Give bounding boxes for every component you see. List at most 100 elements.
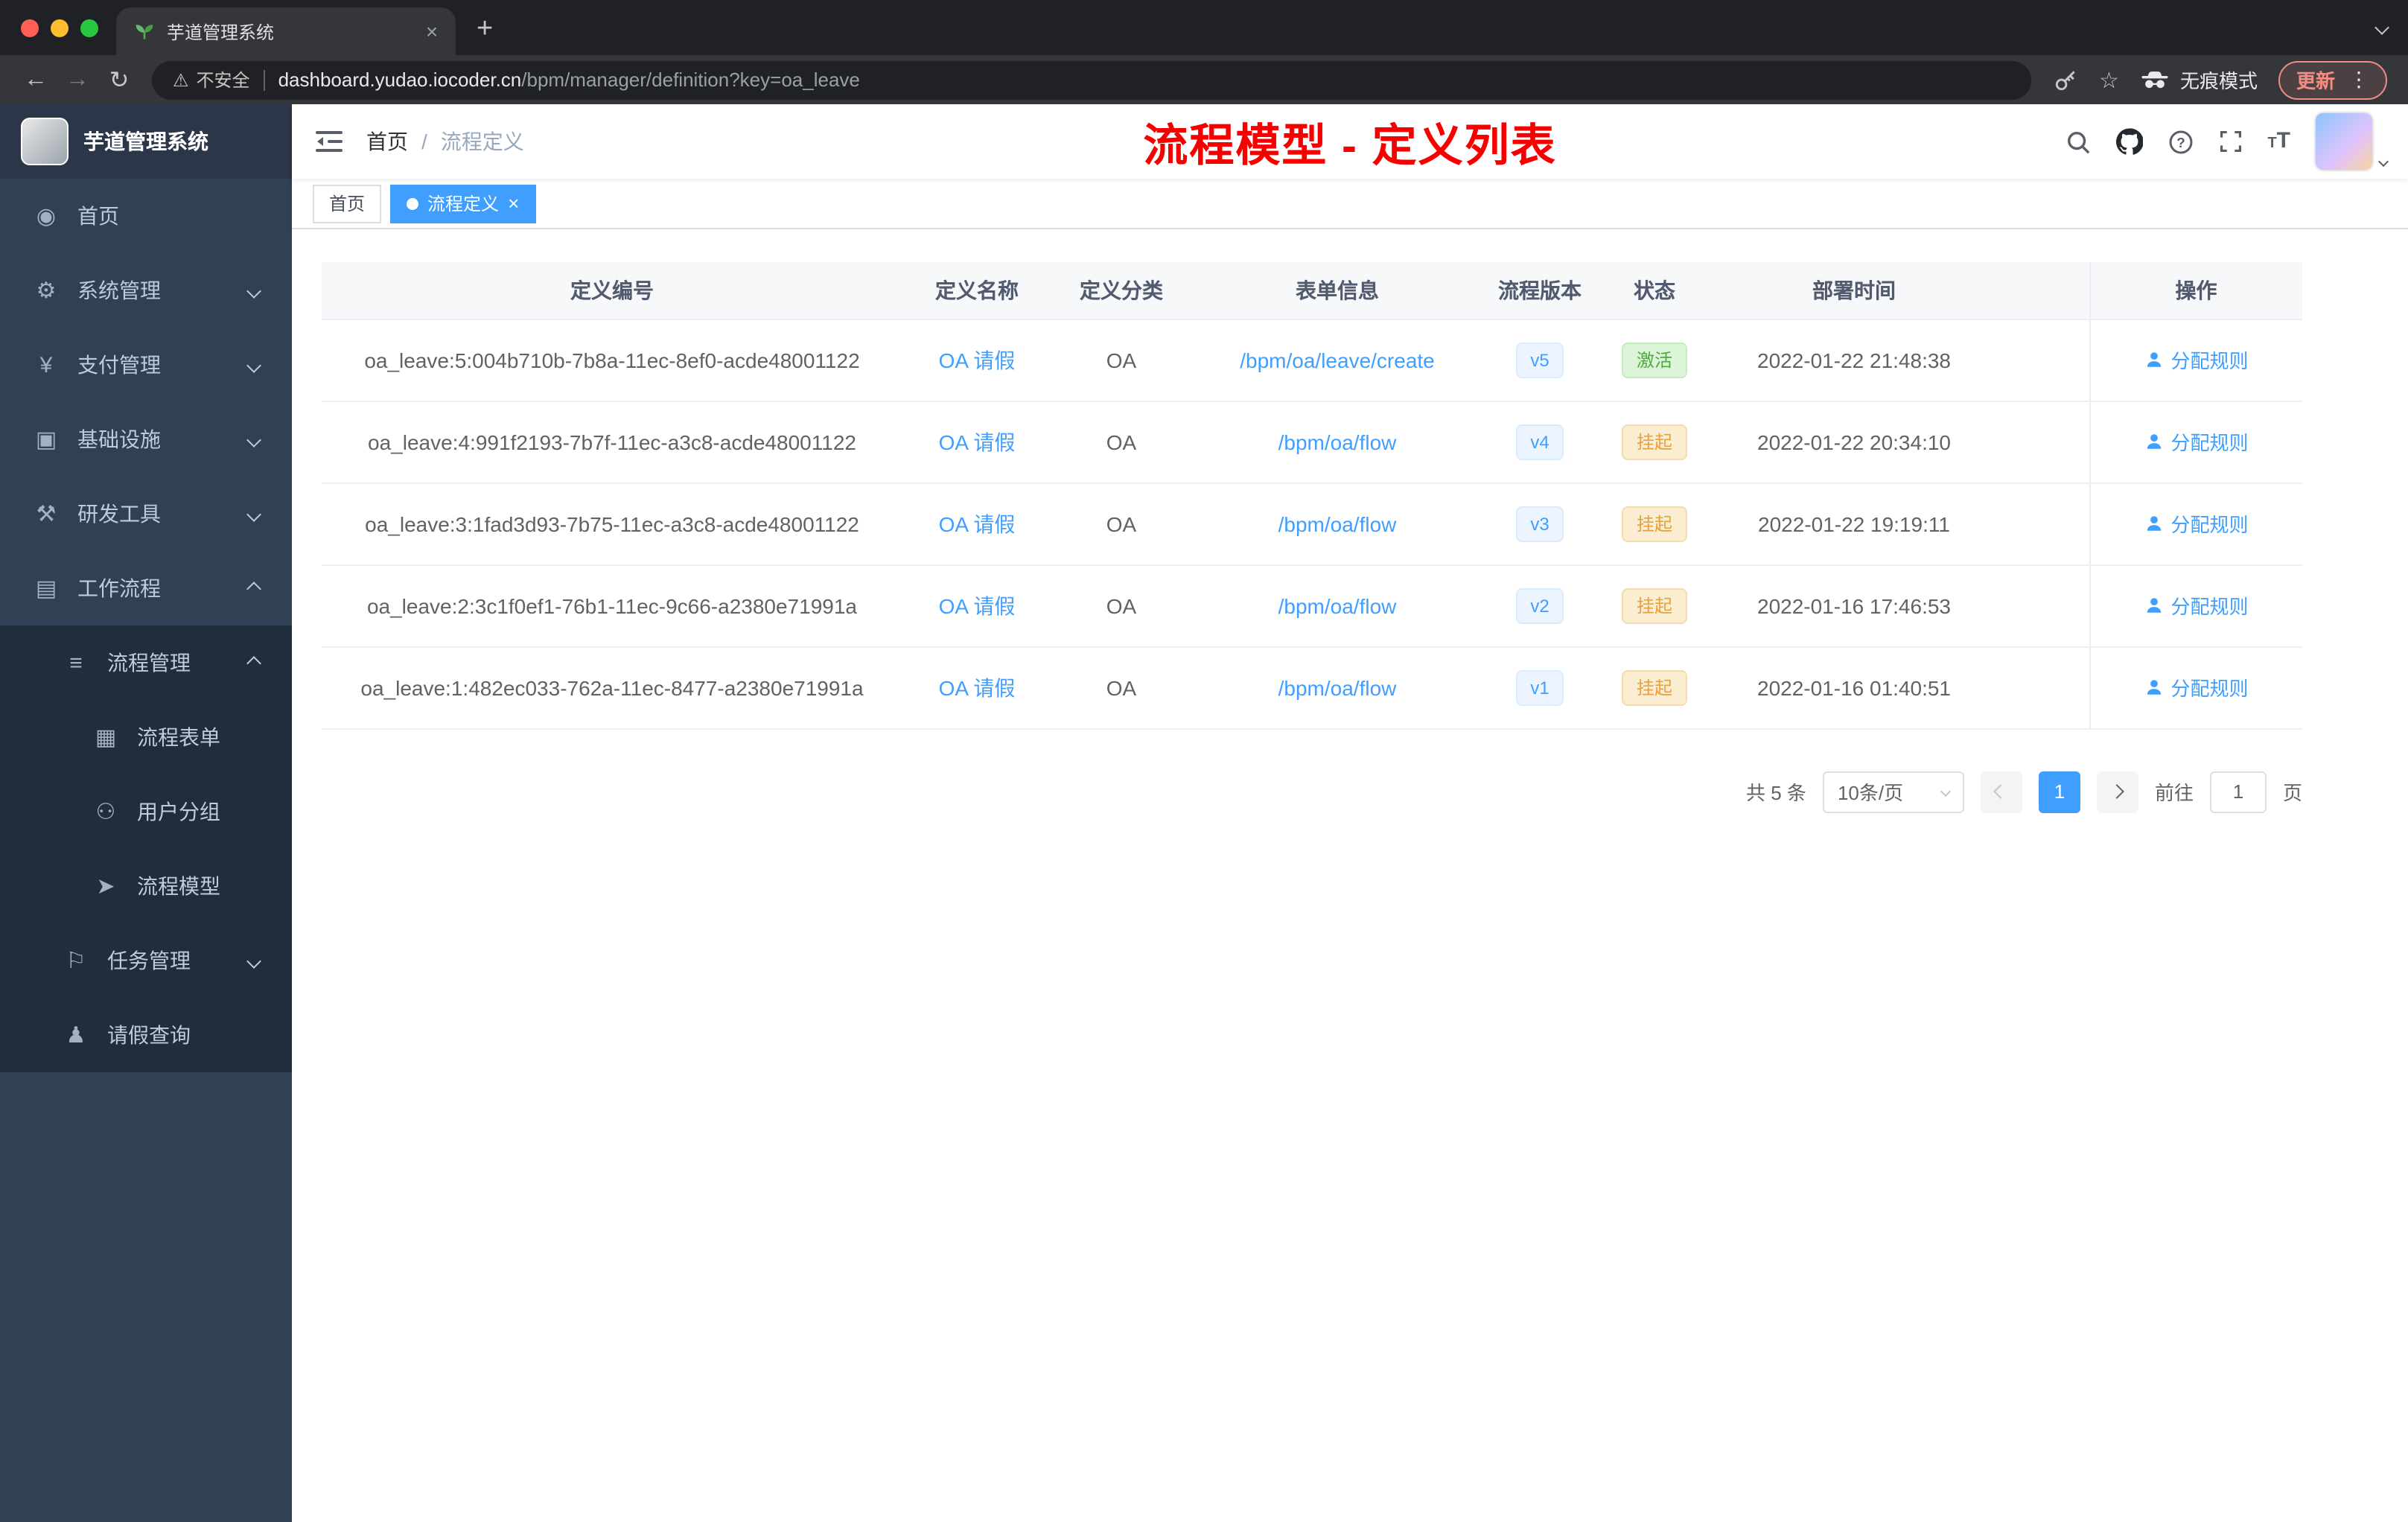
assign-rule-link[interactable]: 分配规则	[2144, 591, 2249, 620]
form-link[interactable]: /bpm/oa/flow	[1278, 675, 1397, 699]
security-indicator[interactable]: ⚠ 不安全	[173, 67, 250, 92]
form-link[interactable]: /bpm/oa/leave/create	[1240, 348, 1435, 372]
key-icon[interactable]	[2051, 66, 2078, 93]
sidebar-item-label: 流程管理	[107, 651, 191, 675]
forward-button[interactable]: →	[57, 66, 98, 93]
window-maximize-button[interactable]	[80, 19, 98, 36]
definition-id: oa_leave:5:004b710b-7b8a-11ec-8ef0-acde4…	[322, 319, 902, 401]
tag-process-definition[interactable]: 流程定义 ×	[390, 184, 536, 223]
page-size-select[interactable]: 10条/页	[1822, 771, 1964, 812]
window-close-button[interactable]	[21, 19, 39, 36]
col-version: 流程版本	[1483, 262, 1596, 319]
definition-name-link[interactable]: OA 请假	[939, 430, 1016, 453]
definition-id: oa_leave:2:3c1f0ef1-76b1-11ec-9c66-a2380…	[322, 564, 902, 647]
page-number-button[interactable]: 1	[2038, 771, 2080, 812]
page-goto-input[interactable]	[2209, 771, 2267, 812]
tag-home[interactable]: 首页	[313, 184, 382, 223]
sidebar-item-home[interactable]: ◉ 首页	[0, 179, 292, 253]
sidebar-item-system[interactable]: ⚙ 系统管理	[0, 253, 292, 328]
status-badge: 挂起	[1621, 424, 1687, 459]
chevron-down-icon	[246, 953, 261, 968]
search-icon[interactable]	[2065, 129, 2090, 154]
back-button[interactable]: ←	[15, 66, 57, 93]
version-badge: v2	[1515, 588, 1564, 623]
definition-category: OA	[1051, 646, 1191, 729]
pagination: 共 5 条 10条/页 1 前往 页	[322, 771, 2302, 812]
github-icon[interactable]	[2115, 128, 2143, 155]
navbar-actions: ? TT	[2065, 113, 2408, 170]
user-menu[interactable]	[2316, 113, 2389, 170]
sidebar-item-payment[interactable]: ¥ 支付管理	[0, 328, 292, 402]
breadcrumb-home[interactable]: 首页	[366, 127, 408, 156]
assign-rule-link[interactable]: 分配规则	[2144, 673, 2249, 701]
breadcrumb: 首页 / 流程定义	[366, 127, 524, 156]
list-icon: ≡	[69, 650, 83, 675]
tags-view: 首页 流程定义 ×	[292, 179, 2408, 229]
person-icon	[2147, 598, 2161, 613]
new-tab-button[interactable]: +	[477, 13, 493, 46]
person-icon	[2147, 352, 2161, 367]
definition-name-link[interactable]: OA 请假	[939, 512, 1016, 535]
definition-category: OA	[1051, 564, 1191, 647]
assign-rule-link[interactable]: 分配规则	[2144, 509, 2249, 538]
help-icon[interactable]: ?	[2167, 129, 2193, 154]
filler-cell	[1995, 483, 2089, 565]
url-field[interactable]: ⚠ 不安全 dashboard.yudao.iocoder.cn/bpm/man…	[152, 60, 2031, 99]
sidebar-item-label: 任务管理	[107, 949, 191, 972]
sidebar-item-process-form[interactable]: ▦ 流程表单	[0, 700, 292, 774]
server-icon: ▣	[35, 427, 57, 453]
table-row: oa_leave:5:004b710b-7b8a-11ec-8ef0-acde4…	[322, 319, 2302, 401]
assign-rule-link[interactable]: 分配规则	[2144, 427, 2249, 456]
yen-icon: ¥	[39, 352, 53, 378]
sidebar-item-workflow[interactable]: ▤ 工作流程	[0, 551, 292, 625]
sidebar-toggle-button[interactable]	[292, 128, 366, 155]
fullscreen-icon[interactable]	[2218, 130, 2242, 153]
tag-close-icon[interactable]: ×	[508, 192, 519, 214]
definition-name-link[interactable]: OA 请假	[939, 593, 1016, 617]
avatar[interactable]	[2316, 113, 2372, 170]
table-row: oa_leave:4:991f2193-7b7f-11ec-a3c8-acde4…	[322, 401, 2302, 483]
bookmark-star-icon[interactable]: ☆	[2099, 66, 2119, 93]
update-button[interactable]: 更新 ⋮	[2278, 60, 2387, 99]
form-link[interactable]: /bpm/oa/flow	[1278, 593, 1397, 617]
incognito-spy-icon	[2141, 71, 2168, 89]
filler-cell	[1995, 646, 2089, 729]
sidebar-item-label: 请假查询	[107, 1023, 191, 1047]
reload-button[interactable]: ↻	[98, 65, 140, 95]
chevron-right-icon	[2110, 784, 2125, 799]
definition-category: OA	[1051, 319, 1191, 401]
sidebar-item-infrastructure[interactable]: ▣ 基础设施	[0, 402, 292, 477]
sidebar-item-label: 支付管理	[77, 353, 161, 377]
browser-menu-icon[interactable]: ⋮	[2348, 67, 2369, 92]
form-link[interactable]: /bpm/oa/flow	[1278, 512, 1397, 535]
browser-tab[interactable]: 芋道管理系统 ×	[116, 7, 456, 55]
font-size-icon[interactable]: TT	[2267, 128, 2290, 155]
chevron-down-icon	[246, 283, 261, 298]
definition-name-link[interactable]: OA 请假	[939, 348, 1016, 372]
version-badge: v1	[1515, 669, 1564, 705]
form-link[interactable]: /bpm/oa/flow	[1278, 430, 1397, 453]
sidebar-logo[interactable]: 芋道管理系统	[0, 104, 292, 179]
definition-id: oa_leave:3:1fad3d93-7b75-11ec-a3c8-acde4…	[322, 483, 902, 565]
col-definition-name: 定义名称	[902, 262, 1051, 319]
definition-name-link[interactable]: OA 请假	[939, 675, 1016, 699]
sidebar-item-task-management[interactable]: ⚐ 任务管理	[0, 923, 292, 998]
status-badge: 挂起	[1621, 588, 1687, 623]
chevron-down-icon	[246, 506, 261, 521]
prev-page-button[interactable]	[1980, 771, 2022, 812]
total-count: 共 5 条	[1746, 782, 1806, 804]
breadcrumb-current: 流程定义	[440, 130, 524, 153]
sidebar-item-user-group[interactable]: ⚇ 用户分组	[0, 774, 292, 849]
version-badge: v5	[1515, 342, 1564, 378]
sidebar-item-process-management[interactable]: ≡ 流程管理	[0, 625, 292, 700]
next-page-button[interactable]	[2096, 771, 2138, 812]
active-dot	[407, 197, 419, 209]
tab-close-icon[interactable]: ×	[420, 19, 444, 43]
assign-rule-link[interactable]: 分配规则	[2144, 346, 2249, 374]
window-minimize-button[interactable]	[51, 19, 69, 36]
tab-search-chevron-icon[interactable]	[2374, 20, 2389, 35]
sidebar-item-devtools[interactable]: ⚒ 研发工具	[0, 477, 292, 551]
sidebar-item-leave-query[interactable]: ♟ 请假查询	[0, 998, 292, 1072]
status-badge: 挂起	[1621, 506, 1687, 541]
sidebar-item-process-model[interactable]: ➤ 流程模型	[0, 849, 292, 923]
